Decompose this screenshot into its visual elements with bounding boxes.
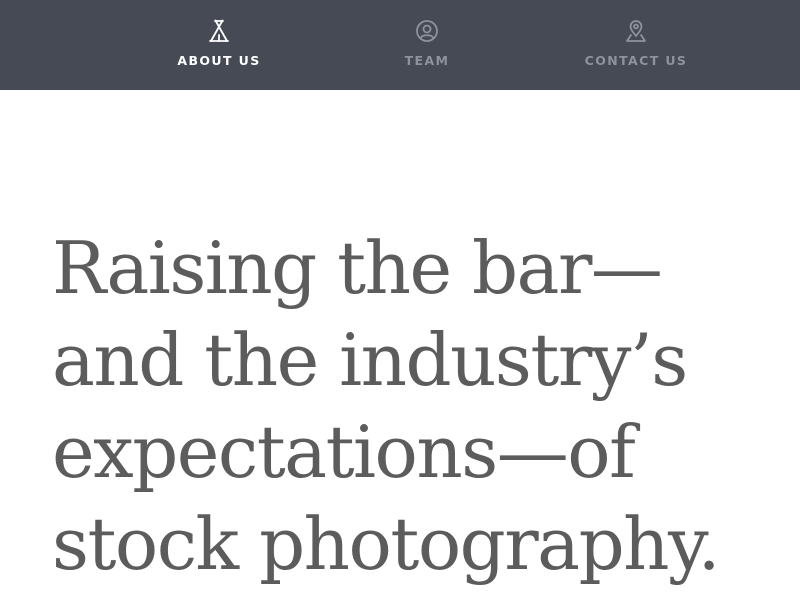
nav-item-contact-us[interactable]: CONTACT US	[556, 0, 716, 90]
map-pin-icon	[624, 19, 648, 43]
nav-item-label: TEAM	[404, 53, 450, 68]
nav-item-label: ABOUT US	[177, 53, 261, 68]
tent-icon	[207, 19, 231, 43]
nav-item-team[interactable]: TEAM	[347, 0, 507, 90]
nav-item-about-us[interactable]: ABOUT US	[139, 0, 299, 90]
hero-heading: Raising the bar—and the industry’s expec…	[52, 226, 721, 586]
nav-item-label: CONTACT US	[584, 53, 688, 68]
top-navigation: ABOUT US TEAM CONTACT US	[0, 0, 800, 90]
user-circle-icon	[415, 19, 439, 43]
